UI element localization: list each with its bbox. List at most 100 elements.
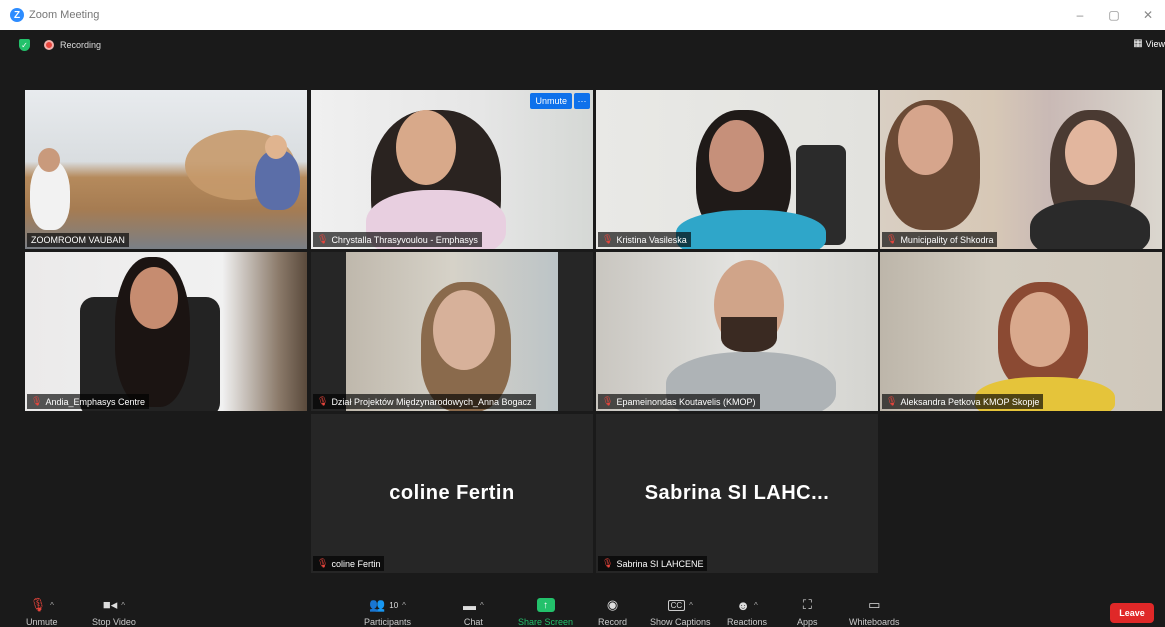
participant-face xyxy=(898,105,953,175)
whiteboards-label: Whiteboards xyxy=(849,617,900,627)
tile-nameplate: 🎙 coline Fertin xyxy=(313,556,385,571)
video-tile-shkodra[interactable]: 🎙 Municipality of Shkodra xyxy=(880,90,1162,249)
tile-name: Sabrina SI LAHCENE xyxy=(616,558,704,569)
participant-beard xyxy=(721,317,777,352)
recording-label: Recording xyxy=(60,40,102,50)
video-tile-chrystalla[interactable]: Unmute ··· 🎙 Chrystalla Thrasyvoulou - E… xyxy=(311,90,593,249)
window-titlebar: Z Zoom Meeting – ▢ ✕ xyxy=(0,0,1165,30)
participant-body xyxy=(1030,200,1150,249)
window-title: Zoom Meeting xyxy=(29,9,100,21)
mic-muted-icon: 🎙 xyxy=(602,396,614,406)
meeting-toolbar: 🎙 ^ Unmute ■◂ ^ Stop Video 👥 10 ^ Participan… xyxy=(0,595,1165,627)
chat-label: Chat xyxy=(463,617,483,627)
video-tile-sabrina[interactable]: Sabrina SI LAHC... 🎙 Sabrina SI LAHCENE xyxy=(596,414,878,573)
participant-display-name: coline Fertin xyxy=(389,482,515,504)
whiteboards-button[interactable]: ▭ Whiteboards xyxy=(849,595,900,627)
mic-muted-icon: 🎙 xyxy=(602,558,614,568)
video-camera-icon: ■◂ xyxy=(102,597,118,612)
tile-more-button[interactable]: ··· xyxy=(574,93,590,109)
smiley-icon: ☻ xyxy=(736,597,750,613)
recording-icon[interactable] xyxy=(44,40,54,50)
chevron-up-icon[interactable]: ^ xyxy=(754,601,758,610)
chat-button[interactable]: ▬ ^ Chat xyxy=(463,595,484,627)
chevron-up-icon[interactable]: ^ xyxy=(121,601,125,610)
tile-name: Chrystalla Thrasyvoulou - Emphasys xyxy=(331,234,478,245)
restore-button[interactable]: ▢ xyxy=(1097,0,1131,30)
video-tile-andia[interactable]: 🎙 Andia_Emphasys Centre xyxy=(25,252,307,411)
participant-face xyxy=(709,120,764,192)
apps-label: Apps xyxy=(797,617,818,627)
leave-button[interactable]: Leave xyxy=(1110,603,1154,623)
apps-icon: ⛶ xyxy=(802,597,812,612)
security-shield-icon[interactable]: ✓ xyxy=(19,39,30,51)
meeting-stage: ✓ Recording ▦ View ZOOMROOM VAUBAN Unmut… xyxy=(0,30,1165,595)
apps-button[interactable]: ⛶ Apps xyxy=(797,595,818,627)
participant-face xyxy=(130,267,178,329)
minimize-button[interactable]: – xyxy=(1063,0,1097,30)
chevron-up-icon[interactable]: ^ xyxy=(689,601,693,610)
participant-face xyxy=(433,290,495,370)
participant-display-name: Sabrina SI LAHC... xyxy=(644,482,830,504)
tile-nameplate: 🎙 Dział Projektów Międzynarodowych_Anna … xyxy=(313,394,536,409)
video-tile-coline[interactable]: coline Fertin 🎙 coline Fertin xyxy=(311,414,593,573)
mic-muted-icon: 🎙 xyxy=(602,234,614,244)
video-tile-anna[interactable]: 🎙 Dział Projektów Międzynarodowych_Anna … xyxy=(311,252,593,411)
tile-nameplate: 🎙 Sabrina SI LAHCENE xyxy=(598,556,708,571)
tile-nameplate: 🎙 Municipality of Shkodra xyxy=(882,232,998,247)
participants-icon: 👥 xyxy=(369,597,386,612)
grid-icon: ▦ xyxy=(1133,38,1143,49)
unmute-button[interactable]: 🎙 ^ Unmute xyxy=(26,595,58,627)
participant-face xyxy=(1065,120,1117,185)
show-captions-label: Show Captions xyxy=(650,617,711,627)
record-button[interactable]: ◉ Record xyxy=(598,595,627,627)
view-label: View xyxy=(1145,38,1165,49)
record-label: Record xyxy=(598,617,628,627)
close-button[interactable]: ✕ xyxy=(1131,0,1165,30)
reactions-button[interactable]: ☻ ^ Reactions xyxy=(727,595,767,627)
tile-nameplate: 🎙 Aleksandra Petkova KMOP Skopje xyxy=(882,394,1044,409)
stop-video-label: Stop Video xyxy=(92,617,136,627)
video-tile-epameinondas[interactable]: 🎙 Epameinondas Koutavelis (KMOP) xyxy=(596,252,878,411)
stop-video-button[interactable]: ■◂ ^ Stop Video xyxy=(92,595,136,627)
participants-label: Participants xyxy=(364,617,412,627)
whiteboard-icon: ▭ xyxy=(868,597,881,612)
show-captions-button[interactable]: CC ^ Show Captions xyxy=(650,595,711,627)
participant-face xyxy=(265,135,287,159)
tile-nameplate: 🎙 Chrystalla Thrasyvoulou - Emphasys xyxy=(313,232,482,247)
tile-name: Andia_Emphasys Centre xyxy=(45,396,145,407)
tile-nameplate: 🎙 Kristina Vasileska xyxy=(598,232,691,247)
participant-figure xyxy=(255,150,300,210)
tile-name: coline Fertin xyxy=(331,558,381,569)
participant-body xyxy=(676,210,826,249)
video-tile-zoomroom[interactable]: ZOOMROOM VAUBAN xyxy=(25,90,307,249)
chevron-up-icon[interactable]: ^ xyxy=(480,601,484,610)
unmute-request-button[interactable]: Unmute xyxy=(530,93,572,109)
mic-muted-icon: 🎙 xyxy=(886,234,898,244)
participants-count: 10 xyxy=(389,600,399,610)
tile-name: Municipality of Shkodra xyxy=(900,234,994,245)
video-tile-kristina[interactable]: 🎙 Kristina Vasileska xyxy=(596,90,878,249)
share-screen-button[interactable]: ↑ Share Screen xyxy=(518,595,573,627)
participants-button[interactable]: 👥 10 ^ Participants xyxy=(364,595,411,627)
tile-name: ZOOMROOM VAUBAN xyxy=(31,235,125,245)
tile-name: Aleksandra Petkova KMOP Skopje xyxy=(900,396,1040,407)
record-icon: ◉ xyxy=(606,597,619,612)
unmute-label: Unmute xyxy=(26,617,58,627)
mic-muted-icon: 🎙 xyxy=(317,234,329,244)
chevron-up-icon[interactable]: ^ xyxy=(50,601,54,610)
participant-face xyxy=(1010,292,1070,367)
tile-nameplate: 🎙 Andia_Emphasys Centre xyxy=(27,394,149,409)
mic-muted-icon: 🎙 xyxy=(317,396,329,406)
participant-face xyxy=(38,148,60,172)
reactions-label: Reactions xyxy=(727,617,768,627)
mic-muted-icon: 🎙 xyxy=(317,558,329,568)
video-tile-aleksandra[interactable]: 🎙 Aleksandra Petkova KMOP Skopje xyxy=(880,252,1162,411)
mic-muted-icon: 🎙 xyxy=(31,396,43,406)
chevron-up-icon[interactable]: ^ xyxy=(402,601,406,610)
mic-off-icon: 🎙 xyxy=(29,597,47,612)
meeting-topbar: ✓ Recording ▦ View xyxy=(0,30,1165,60)
tile-name: Dział Projektów Międzynarodowych_Anna Bo… xyxy=(331,396,532,407)
zoom-logo-icon: Z xyxy=(10,8,24,22)
tile-nameplate: 🎙 Epameinondas Koutavelis (KMOP) xyxy=(598,394,760,409)
view-button[interactable]: ▦ View xyxy=(1133,38,1165,49)
